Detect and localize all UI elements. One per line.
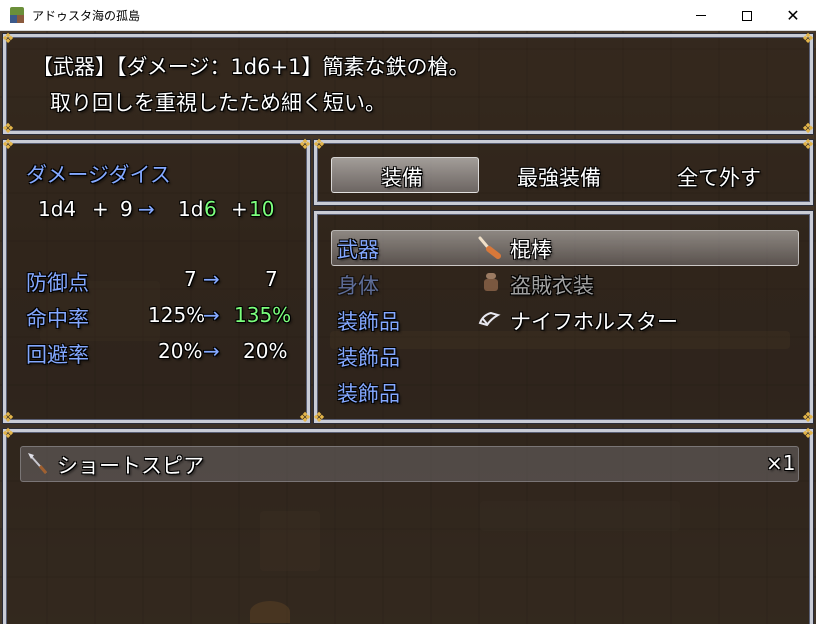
command-clear-button[interactable]: 全て外す [677, 162, 761, 192]
item-count: ×1 [766, 451, 796, 475]
corner-ornament-icon: ❖ [1, 137, 15, 153]
slot-label: 装飾品 [337, 382, 400, 406]
spear-icon [28, 453, 48, 474]
item-window: ❖ ❖ ショートスピア ×1 [1, 426, 815, 624]
slot-label: 身体 [337, 274, 379, 298]
corner-ornament-icon: ❖ [801, 31, 815, 47]
dice-current-base: 1d4 [38, 197, 77, 221]
corner-ornament-icon: ❖ [801, 410, 815, 426]
holster-icon [478, 311, 501, 327]
stat-label-evasion: 回避率 [26, 343, 89, 367]
stat-arrow-icon: → [203, 267, 220, 291]
stat-arrow-icon: → [203, 303, 220, 327]
help-text-line-1: 【武器】【ダメージ：1d6+1】簡素な鉄の槍。 [32, 55, 470, 79]
slot-label: 武器 [337, 238, 379, 262]
corner-ornament-icon: ❖ [801, 137, 815, 153]
minimize-icon [696, 15, 706, 16]
command-window: ❖ ❖ 装備 最強装備 全て外す [312, 137, 815, 205]
game-screen: ❖ ❖ ❖ ❖ 【武器】【ダメージ：1d6+1】簡素な鉄の槍。 取り回しを重視し… [0, 31, 816, 624]
help-window: ❖ ❖ ❖ ❖ 【武器】【ダメージ：1d6+1】簡素な鉄の槍。 取り回しを重視し… [1, 31, 815, 137]
stat-current-accuracy: 125% [148, 303, 206, 327]
slot-label: 装飾品 [337, 346, 400, 370]
corner-ornament-icon: ❖ [1, 121, 15, 137]
damage-dice-label: ダメージダイス [26, 163, 171, 187]
dice-new-plus: + [231, 197, 248, 221]
stat-arrow-icon: → [203, 339, 220, 363]
stat-current-defense: 7 [184, 267, 197, 291]
window-title: アドゥスタ海の孤島 [32, 8, 141, 23]
item-name: ショートスピア [57, 454, 204, 478]
close-icon: ✕ [786, 6, 800, 25]
corner-ornament-icon: ❖ [801, 426, 815, 442]
corner-ornament-icon: ❖ [312, 137, 326, 153]
command-equip-button[interactable]: 装備 [381, 162, 423, 192]
slot-row-weapon[interactable] [331, 230, 799, 266]
stat-current-evasion: 20% [158, 339, 203, 363]
slot-label: 装飾品 [337, 310, 400, 334]
command-optimize-button[interactable]: 最強装備 [517, 162, 601, 192]
corner-ornament-icon: ❖ [1, 31, 15, 47]
club-icon [478, 236, 501, 259]
stat-label-defense: 防御点 [26, 271, 89, 295]
help-text-line-2: 取り回しを重視したため細く短い。 [50, 91, 386, 115]
corner-ornament-icon: ❖ [801, 121, 815, 137]
slot-item-name: ナイフホルスター [510, 310, 678, 334]
dice-new-prefix: 1d [178, 197, 204, 221]
slot-item-name: 棍棒 [510, 238, 552, 262]
stat-new-defense: 7 [265, 267, 278, 291]
app-icon [9, 7, 25, 23]
status-window: ❖ ❖ ❖ ❖ ダメージダイス 1d4 + 9 → 1d 6 + 10 防御点 … [1, 137, 312, 426]
corner-ornament-icon: ❖ [1, 426, 15, 442]
close-button[interactable]: ✕ [770, 0, 816, 31]
dice-arrow-icon: → [138, 197, 155, 221]
dice-current-plus: + [92, 197, 109, 221]
corner-ornament-icon: ❖ [1, 410, 15, 426]
dice-new-sides: 6 [204, 197, 217, 221]
corner-ornament-icon: ❖ [312, 410, 326, 426]
stat-label-accuracy: 命中率 [26, 307, 89, 331]
slot-item-name: 盗賊衣装 [510, 274, 594, 298]
slot-window: ❖ ❖ 武器 棍棒 身体 盗賊衣装 装飾品 ナイフホルスター 装飾品 装飾品 [312, 211, 815, 426]
stat-new-evasion: 20% [243, 339, 288, 363]
window-titlebar: アドゥスタ海の孤島 ✕ [0, 0, 816, 31]
stat-new-accuracy: 135% [234, 303, 292, 327]
maximize-button[interactable] [724, 0, 770, 31]
maximize-icon [742, 10, 752, 21]
clothes-icon [484, 273, 498, 291]
dice-new-bonus: 10 [249, 197, 275, 221]
dice-current-bonus: 9 [120, 197, 133, 221]
minimize-button[interactable] [678, 0, 724, 31]
